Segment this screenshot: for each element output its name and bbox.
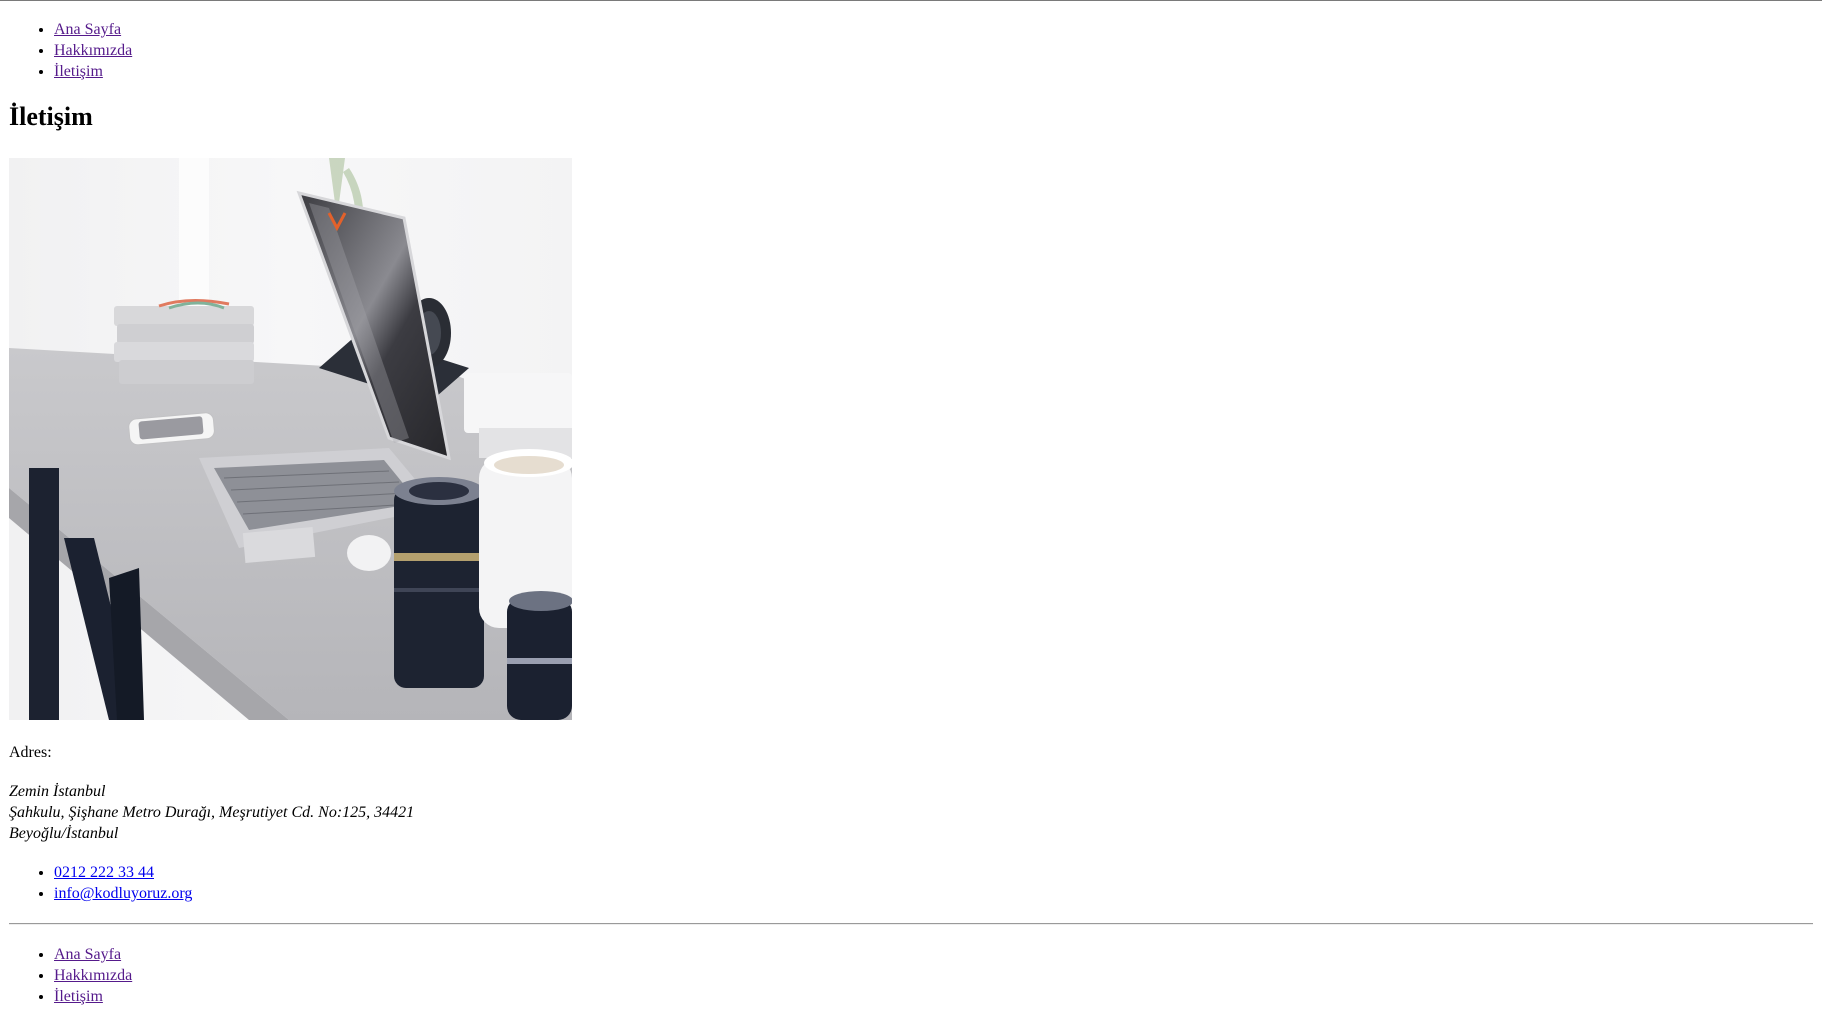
footer-nav-item-contact: İletişim [54, 986, 132, 1007]
nav-item-home: Ana Sayfa [54, 19, 132, 40]
footer-nav-list: Ana Sayfa Hakkımızda İletişim [9, 944, 132, 1007]
hero-image [9, 158, 572, 720]
nav-link-home[interactable]: Ana Sayfa [54, 21, 121, 38]
nav-link-about[interactable]: Hakkımızda [54, 42, 132, 59]
nav-item-contact: İletişim [54, 61, 132, 82]
nav-link-contact[interactable]: İletişim [54, 63, 103, 80]
contact-item-phone: 0212 222 33 44 [54, 862, 192, 883]
header-nav: Ana Sayfa Hakkımızda İletişim [9, 19, 132, 82]
nav-item-about: Hakkımızda [54, 40, 132, 61]
address-block: Zemin İstanbul Şahkulu, Şişhane Metro Du… [9, 781, 414, 844]
address-line-1: Zemin İstanbul [9, 783, 106, 800]
horizontal-rule [9, 923, 1813, 925]
contact-item-email: info@kodluyoruz.org [54, 883, 192, 904]
phone-link[interactable]: 0212 222 33 44 [54, 864, 154, 881]
footer-link-contact[interactable]: İletişim [54, 988, 103, 1005]
footer-nav-item-about: Hakkımızda [54, 965, 132, 986]
header-nav-list: Ana Sayfa Hakkımızda İletişim [9, 19, 132, 82]
contact-list: 0212 222 33 44 info@kodluyoruz.org [9, 862, 192, 904]
page-title: İletişim [9, 102, 93, 131]
footer-link-about[interactable]: Hakkımızda [54, 967, 132, 984]
laptop-desk-illustration [9, 158, 572, 720]
footer-link-home[interactable]: Ana Sayfa [54, 946, 121, 963]
address-label: Adres: [9, 744, 52, 761]
address-line-2: Şahkulu, Şişhane Metro Durağı, Meşrutiye… [9, 804, 415, 821]
address-line-3: Beyoğlu/İstanbul [9, 825, 119, 842]
footer-nav: Ana Sayfa Hakkımızda İletişim [9, 944, 132, 1007]
top-border [0, 0, 1822, 1]
email-link[interactable]: info@kodluyoruz.org [54, 885, 192, 902]
footer-nav-item-home: Ana Sayfa [54, 944, 132, 965]
